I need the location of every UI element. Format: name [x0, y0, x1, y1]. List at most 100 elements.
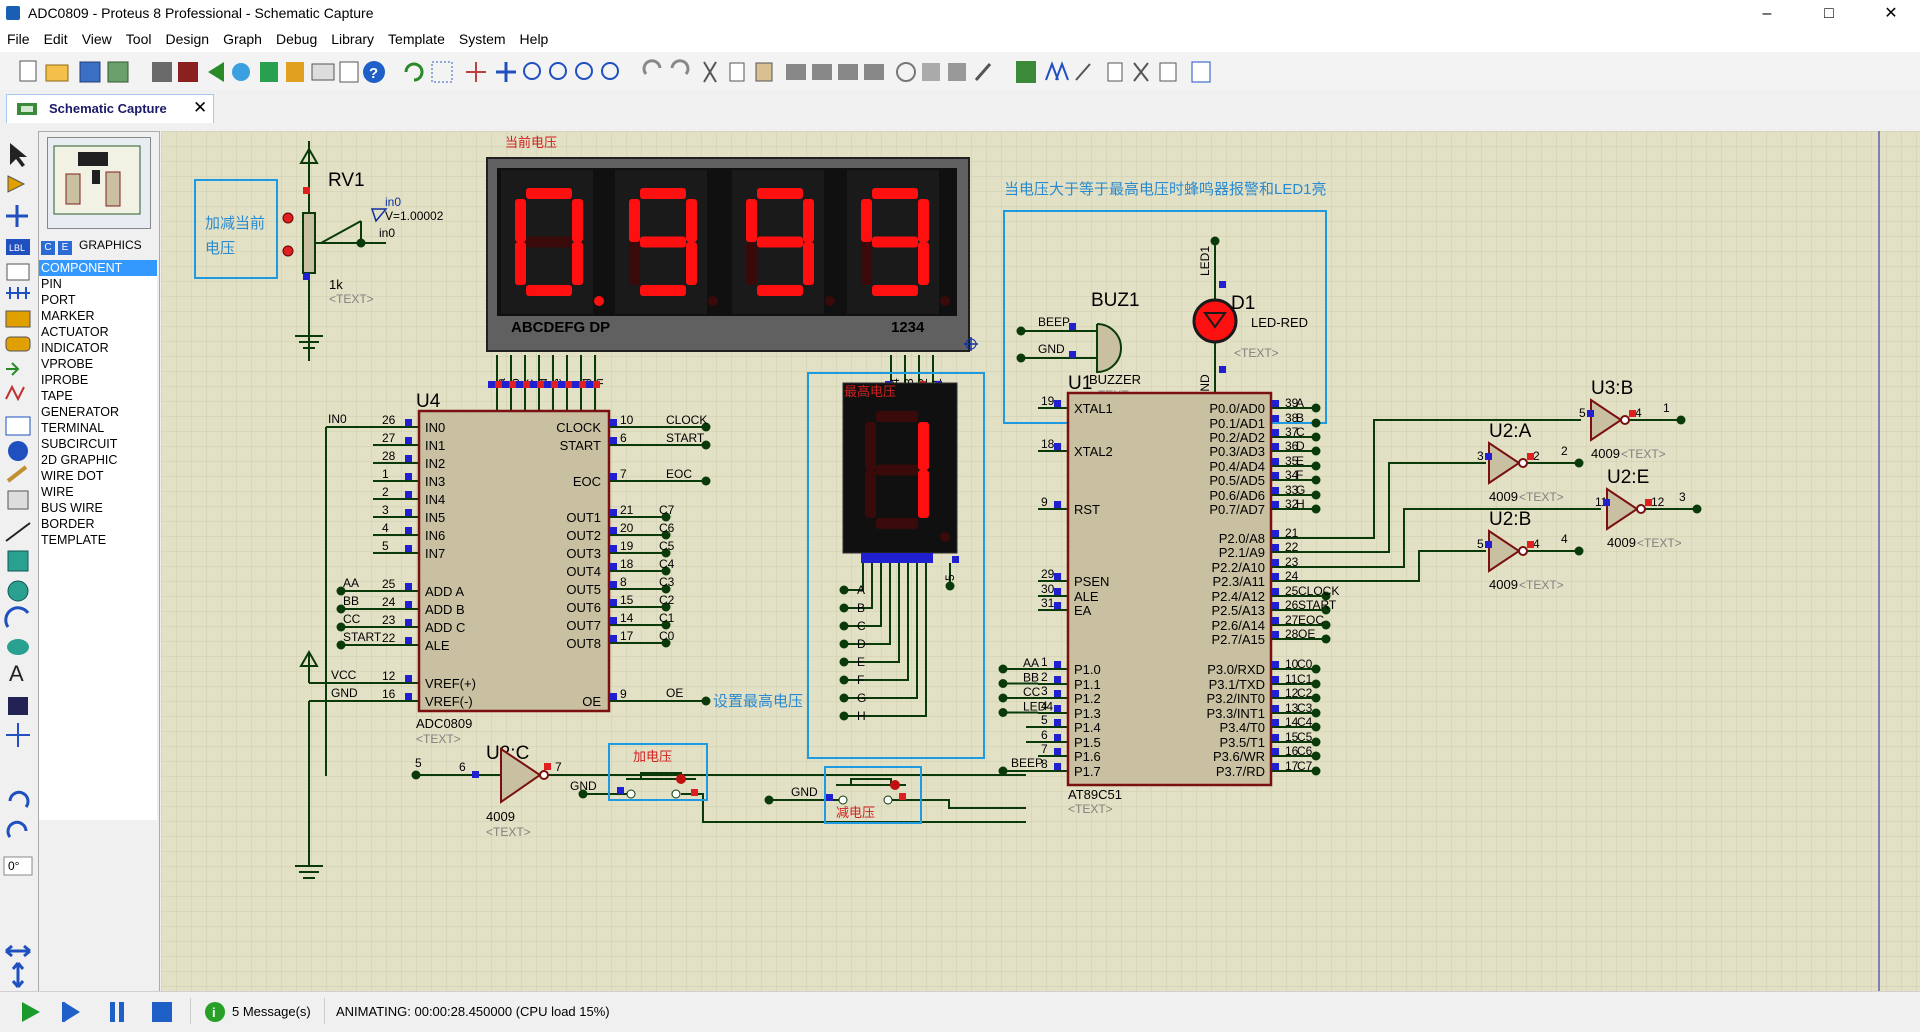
u1-ref: U1 — [1068, 373, 1092, 394]
schematic-drawing[interactable]: RV1in0V=1.00002in01k<TEXT>加减当前电压当前电压ABCD… — [161, 131, 1920, 991]
mode-item-wire-dot[interactable]: WIRE DOT — [39, 468, 157, 484]
wire-dot — [1311, 461, 1321, 471]
mode-item-pin[interactable]: PIN — [39, 276, 157, 292]
segment — [526, 236, 572, 248]
alarm-note: 当电压大于等于最高电压时蜂鸣器报警和LED1亮 — [1004, 180, 1327, 198]
menu-file[interactable]: File — [0, 28, 37, 47]
overview-thumbnail — [53, 145, 141, 215]
mode-item-template[interactable]: TEMPLATE — [39, 532, 157, 548]
mode-item-generator[interactable]: GENERATOR — [39, 404, 157, 420]
mode-item-wire[interactable]: WIRE — [39, 484, 157, 500]
toolbar-icons[interactable]: ? — [0, 52, 1920, 90]
u1-pin-number: 6 — [1041, 728, 1048, 742]
arc-mode-icon — [4, 606, 30, 628]
u4-pin-name: OUT8 — [566, 636, 601, 651]
pin-state-indicator — [544, 763, 551, 770]
u1-net-p0: F — [1296, 468, 1303, 482]
pin-state-indicator — [1272, 748, 1279, 755]
u4-net-label: C3 — [659, 575, 675, 589]
menu-view[interactable]: View — [75, 28, 119, 47]
mode-item-bus-wire[interactable]: BUS WIRE — [39, 500, 157, 516]
u4-pin-number: 12 — [382, 669, 396, 683]
decimal-point — [708, 296, 718, 306]
mode-item-component[interactable]: COMPONENT — [39, 260, 157, 276]
buz1-ref: BUZ1 — [1091, 290, 1140, 311]
zoom-area-icon — [601, 62, 619, 80]
max-pin-label: F — [857, 673, 864, 687]
u1-pin-name: P1.2 — [1074, 691, 1101, 706]
c-toggle-icon[interactable]: C — [41, 241, 55, 255]
menu-library[interactable]: Library — [324, 28, 381, 47]
u1-net-p1: CC — [1023, 685, 1041, 699]
segment — [876, 411, 918, 422]
menu-help[interactable]: Help — [513, 28, 556, 47]
segment-label: ABCDEFG DP — [511, 319, 610, 336]
pin-state-indicator — [405, 437, 412, 444]
u4-text: <TEXT> — [416, 732, 461, 746]
u1-net-p0: A — [1296, 396, 1304, 410]
minimize-button[interactable]: – — [1744, 0, 1790, 28]
mode-item-terminal[interactable]: TERMINAL — [39, 420, 157, 436]
simulation-controls[interactable] — [0, 992, 200, 1032]
info-icon[interactable]: i — [204, 1001, 226, 1023]
menu-tool[interactable]: Tool — [119, 28, 159, 47]
mode-item-indicator[interactable]: INDICATOR — [39, 340, 157, 356]
pin-state-indicator — [952, 556, 959, 563]
menu-debug[interactable]: Debug — [269, 28, 324, 47]
segment — [872, 236, 918, 248]
tab-schematic-capture[interactable]: Schematic Capture ✕ — [6, 94, 214, 123]
mode-item-vprobe[interactable]: VPROBE — [39, 356, 157, 372]
u4-pin-name: ALE — [425, 638, 450, 653]
menu-graph[interactable]: Graph — [216, 28, 269, 47]
gate-ref: U2:A — [1489, 421, 1532, 442]
u1-net-p0: G — [1296, 483, 1305, 497]
schematic-canvas[interactable]: RV1 in0 V=1.00002 in0 1k <TEXT> 加减当前 电压 当前电压 ABCD… — [161, 131, 1920, 991]
u1-pin-name: RST — [1074, 502, 1100, 517]
pin-state-indicator — [691, 789, 698, 796]
u4-net-label: START — [666, 431, 705, 445]
u4-net-label: C6 — [659, 521, 675, 535]
menu-system[interactable]: System — [452, 28, 513, 47]
button-contact — [671, 789, 681, 799]
wire-dot — [1574, 546, 1584, 556]
u1-pin-number: 11 — [1285, 672, 1298, 686]
e-toggle-icon[interactable]: E — [58, 241, 72, 255]
mode-item-subcircuit[interactable]: SUBCIRCUIT — [39, 436, 157, 452]
u4-net-label: C2 — [659, 593, 675, 607]
u4-pin-name: IN3 — [425, 474, 445, 489]
box-mode-icon — [7, 550, 29, 572]
close-button[interactable]: ✕ — [1868, 0, 1914, 28]
rotation-value[interactable]: 0° — [8, 859, 19, 873]
overview-preview[interactable] — [47, 137, 151, 229]
generator-mode-icon — [8, 441, 28, 461]
u1-pin-name: P3.2/INT0 — [1206, 691, 1265, 706]
mode-item-tape[interactable]: TAPE — [39, 388, 157, 404]
mode-item-2d-graphic[interactable]: 2D GRAPHIC — [39, 452, 157, 468]
adjust-note-line1: 加减当前 — [205, 215, 265, 232]
u4-pin-name: IN2 — [425, 456, 445, 471]
mode-item-actuator[interactable]: ACTUATOR — [39, 324, 157, 340]
mode-item-marker[interactable]: MARKER — [39, 308, 157, 324]
wire-dot — [839, 603, 849, 613]
u1-pin-number: 1 — [1041, 655, 1048, 669]
u1-net-p1: LED4 — [1023, 700, 1053, 714]
animating-status: ANIMATING: 00:00:28.450000 (CPU load 15%… — [336, 1004, 610, 1019]
rv1-value: 1k — [329, 277, 343, 292]
mode-item-port[interactable]: PORT — [39, 292, 157, 308]
segment — [629, 242, 640, 285]
pin-state-indicator — [1272, 487, 1279, 494]
mode-item-border[interactable]: BORDER — [39, 516, 157, 532]
wire-dot — [1311, 475, 1321, 485]
close-tab-icon[interactable]: ✕ — [193, 98, 207, 118]
menu-edit[interactable]: Edit — [37, 28, 75, 47]
u4-pin-name: IN0 — [425, 420, 445, 435]
object-selector-panel: C E GRAPHICS COMPONENT PIN PORT MARKER ACT… — [38, 131, 160, 993]
menu-template[interactable]: Template — [381, 28, 452, 47]
menu-design[interactable]: Design — [158, 28, 216, 47]
u4-pin-number: 24 — [382, 595, 396, 609]
pin-state-indicator — [1485, 541, 1492, 548]
mode-item-iprobe[interactable]: IPROBE — [39, 372, 157, 388]
messages-count[interactable]: 5 Message(s) — [232, 1004, 311, 1019]
gate-part: 4009 — [1489, 489, 1518, 504]
maximize-button[interactable]: □ — [1806, 0, 1852, 28]
